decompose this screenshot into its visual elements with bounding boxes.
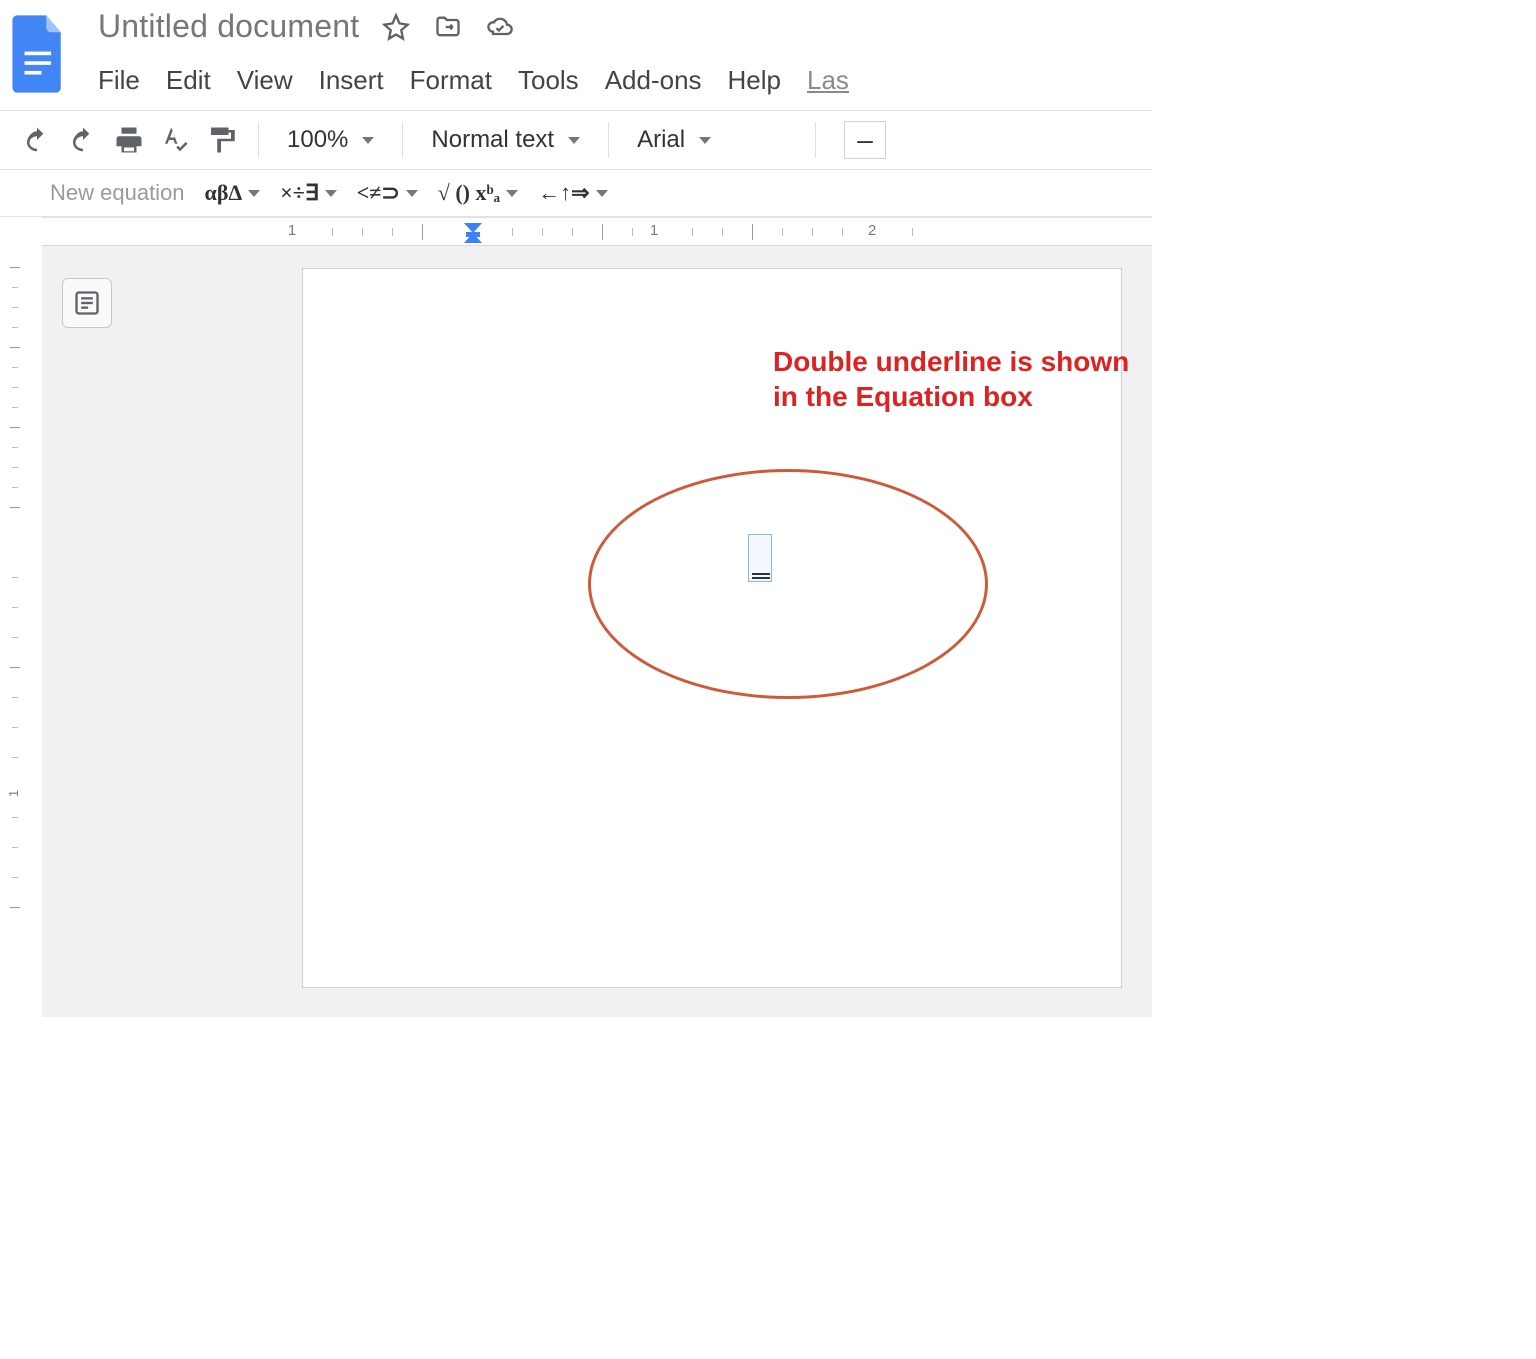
menu-view[interactable]: View <box>237 65 293 96</box>
horizontal-ruler[interactable]: 1 1 2 <box>42 218 1152 246</box>
hruler-number: 1 <box>288 222 296 239</box>
equation-rel-dropdown[interactable]: <≠⊃ <box>357 180 418 206</box>
toolbar-separator <box>402 122 403 158</box>
paragraph-style-select[interactable]: Normal text <box>421 126 590 154</box>
equation-box[interactable] <box>748 534 772 582</box>
equation-ops-label: ×÷∃ <box>280 180 319 206</box>
vertical-ruler-column: 1 <box>0 217 42 1017</box>
outline-toggle-button[interactable] <box>62 278 112 328</box>
document-header: Untitled document File Edit View Insert … <box>0 0 1152 96</box>
chevron-down-icon <box>506 190 518 197</box>
left-indent-marker[interactable] <box>464 233 482 243</box>
font-select[interactable]: Arial <box>627 126 797 154</box>
equation-toolbar: New equation αβΔ ×÷∃ <≠⊃ √ () xᵇₐ ←↑⇒ <box>0 170 1152 217</box>
equation-greek-dropdown[interactable]: αβΔ <box>205 180 261 206</box>
equation-arrows-label: ←↑⇒ <box>538 180 589 206</box>
chevron-down-icon <box>248 190 260 197</box>
hruler-number: 2 <box>868 222 876 239</box>
menu-insert[interactable]: Insert <box>319 65 384 96</box>
double-underline-glyph <box>752 573 770 579</box>
font-value: Arial <box>637 126 685 154</box>
style-value: Normal text <box>431 126 554 154</box>
new-equation-button[interactable]: New equation <box>50 180 185 206</box>
toolbar-separator <box>608 122 609 158</box>
equation-rel-label: <≠⊃ <box>357 180 400 206</box>
cloud-status-icon[interactable] <box>485 12 515 42</box>
spellcheck-icon[interactable] <box>156 121 194 159</box>
menu-tools[interactable]: Tools <box>518 65 579 96</box>
annotation-text: Double underline is shown in the Equatio… <box>773 344 1143 414</box>
first-line-indent-marker[interactable] <box>464 223 482 233</box>
equation-ops-dropdown[interactable]: ×÷∃ <box>280 180 337 206</box>
docs-logo-icon[interactable] <box>10 14 68 94</box>
menu-help[interactable]: Help <box>728 65 781 96</box>
menu-format[interactable]: Format <box>410 65 492 96</box>
equation-fns-dropdown[interactable]: √ () xᵇₐ <box>438 180 518 206</box>
menu-file[interactable]: File <box>98 65 140 96</box>
chevron-down-icon <box>596 190 608 197</box>
hruler-number: 1 <box>650 222 658 239</box>
menu-addons[interactable]: Add-ons <box>605 65 702 96</box>
annotation-ellipse <box>588 469 988 699</box>
menu-edit[interactable]: Edit <box>166 65 211 96</box>
chevron-down-icon <box>362 137 374 144</box>
zoom-value: 100% <box>287 126 348 154</box>
main-toolbar: 100% Normal text Arial – <box>0 110 1152 170</box>
equation-greek-label: αβΔ <box>205 180 243 206</box>
vruler-number: 1 <box>6 790 21 797</box>
toolbar-separator <box>258 122 259 158</box>
chevron-down-icon <box>699 137 711 144</box>
equation-fns-label: √ () xᵇₐ <box>438 180 500 206</box>
equation-arrows-dropdown[interactable]: ←↑⇒ <box>538 180 607 206</box>
paint-format-icon[interactable] <box>202 121 240 159</box>
vertical-ruler[interactable]: 1 <box>0 267 42 967</box>
chevron-down-icon <box>568 137 580 144</box>
document-area: 1 1 2 <box>42 217 1152 1017</box>
undo-icon[interactable] <box>18 121 56 159</box>
toolbar-separator <box>815 122 816 158</box>
redo-icon[interactable] <box>64 121 102 159</box>
chevron-down-icon <box>325 190 337 197</box>
star-icon[interactable] <box>381 12 411 42</box>
document-title[interactable]: Untitled document <box>98 8 359 45</box>
workspace: 1 1 1 2 <box>0 217 1152 1017</box>
print-icon[interactable] <box>110 121 148 159</box>
chevron-down-icon <box>406 190 418 197</box>
document-page[interactable]: Double underline is shown in the Equatio… <box>302 268 1122 988</box>
move-folder-icon[interactable] <box>433 12 463 42</box>
last-edit-link[interactable]: Las <box>807 65 849 96</box>
menu-bar: File Edit View Insert Format Tools Add-o… <box>98 65 1142 96</box>
font-size-decrease[interactable]: – <box>844 121 886 159</box>
zoom-select[interactable]: 100% <box>277 126 384 154</box>
